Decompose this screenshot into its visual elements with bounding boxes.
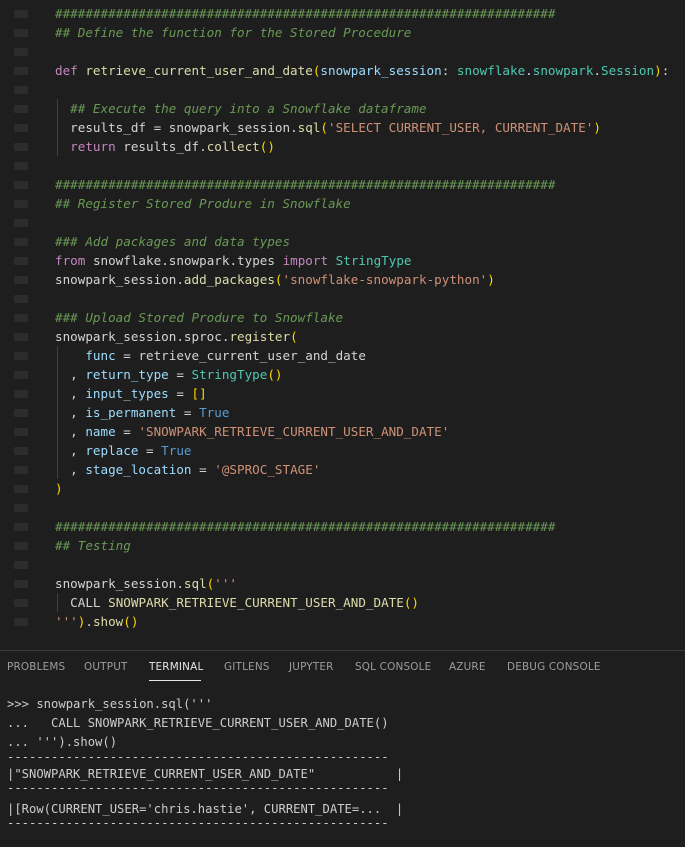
active-tab-indicator (149, 680, 201, 681)
code-line: ## Testing (55, 538, 131, 553)
line-number (14, 542, 28, 550)
line-number (14, 466, 28, 474)
line-number (14, 314, 28, 322)
line-number (14, 276, 28, 284)
code-line: return results_df.collect() (70, 139, 275, 154)
line-number (14, 618, 28, 626)
line-number (14, 257, 28, 265)
code-line: ''').show() (55, 614, 139, 629)
code-line: ) (55, 481, 63, 496)
code-line: , is_permanent = True (55, 405, 230, 420)
line-number (14, 10, 28, 18)
tab-gitlens[interactable]: GITLENS (224, 661, 270, 673)
line-number (14, 580, 28, 588)
code-line: ########################################… (55, 177, 556, 192)
line-number (14, 238, 28, 246)
code-line: , name = 'SNOWPARK_RETRIEVE_CURRENT_USER… (55, 424, 450, 439)
code-line: ########################################… (55, 6, 556, 21)
code-line: , return_type = StringType() (55, 367, 283, 382)
line-number (14, 599, 28, 607)
code-line: ########################################… (55, 519, 556, 534)
terminal-line: ----------------------------------------… (7, 781, 389, 795)
tab-output[interactable]: OUTPUT (84, 661, 128, 673)
code-line: ### Upload Stored Produre to Snowflake (55, 310, 344, 325)
tab-sql-console[interactable]: SQL CONSOLE (355, 661, 431, 673)
tab-azure[interactable]: AZURE (449, 661, 486, 673)
line-number (14, 428, 28, 436)
line-number (14, 504, 28, 512)
code-line: , replace = True (55, 443, 192, 458)
line-number (14, 371, 28, 379)
line-number (14, 561, 28, 569)
line-number (14, 295, 28, 303)
terminal-line: ... CALL SNOWPARK_RETRIEVE_CURRENT_USER_… (7, 716, 389, 730)
code-line: ## Register Stored Produre in Snowflake (55, 196, 351, 211)
tab-problems[interactable]: PROBLEMS (7, 661, 65, 673)
tab-debug-console[interactable]: DEBUG CONSOLE (507, 661, 601, 673)
code-line: def retrieve_current_user_and_date(snowp… (55, 63, 670, 78)
line-number (14, 162, 28, 170)
line-number (14, 181, 28, 189)
terminal-line: >>> snowpark_session.sql(''' (7, 697, 213, 711)
code-line: ## Define the function for the Stored Pr… (55, 25, 412, 40)
line-number (14, 523, 28, 531)
code-editor[interactable]: ########################################… (0, 0, 685, 650)
line-number (14, 409, 28, 417)
code-line: snowpark_session.sproc.register( (55, 329, 298, 344)
code-line: results_df = snowpark_session.sql('SELEC… (70, 120, 601, 135)
indent-guide (57, 593, 58, 612)
code-line: from snowflake.snowpark.types import Str… (55, 253, 412, 268)
code-line: ## Execute the query into a Snowflake da… (55, 101, 427, 116)
line-number (14, 485, 28, 493)
line-number (14, 447, 28, 455)
line-number (14, 48, 28, 56)
line-number (14, 105, 28, 113)
line-number (14, 390, 28, 398)
terminal-line: ----------------------------------------… (7, 816, 389, 830)
line-number (14, 67, 28, 75)
line-number (14, 29, 28, 37)
line-number (14, 143, 28, 151)
line-number-gutter (0, 0, 40, 650)
code-line: CALL SNOWPARK_RETRIEVE_CURRENT_USER_AND_… (70, 595, 419, 610)
line-number (14, 200, 28, 208)
code-line: , input_types = [] (55, 386, 207, 401)
panel-tab-bar: PROBLEMS OUTPUT TERMINAL GITLENS JUPYTER… (0, 651, 685, 685)
line-number (14, 124, 28, 132)
code-line: snowpark_session.sql(''' (55, 576, 238, 591)
line-number (14, 219, 28, 227)
indent-guide (57, 346, 58, 479)
code-line: , stage_location = '@SPROC_STAGE' (55, 462, 321, 477)
line-number (14, 352, 28, 360)
line-number (14, 86, 28, 94)
code-line: func = retrieve_current_user_and_date (85, 348, 366, 363)
tab-terminal[interactable]: TERMINAL (149, 661, 203, 673)
line-number (14, 333, 28, 341)
tab-jupyter[interactable]: JUPYTER (289, 661, 334, 673)
indent-guide (57, 99, 58, 156)
code-line: ### Add packages and data types (55, 234, 291, 249)
code-line: snowpark_session.add_packages('snowflake… (55, 272, 495, 287)
